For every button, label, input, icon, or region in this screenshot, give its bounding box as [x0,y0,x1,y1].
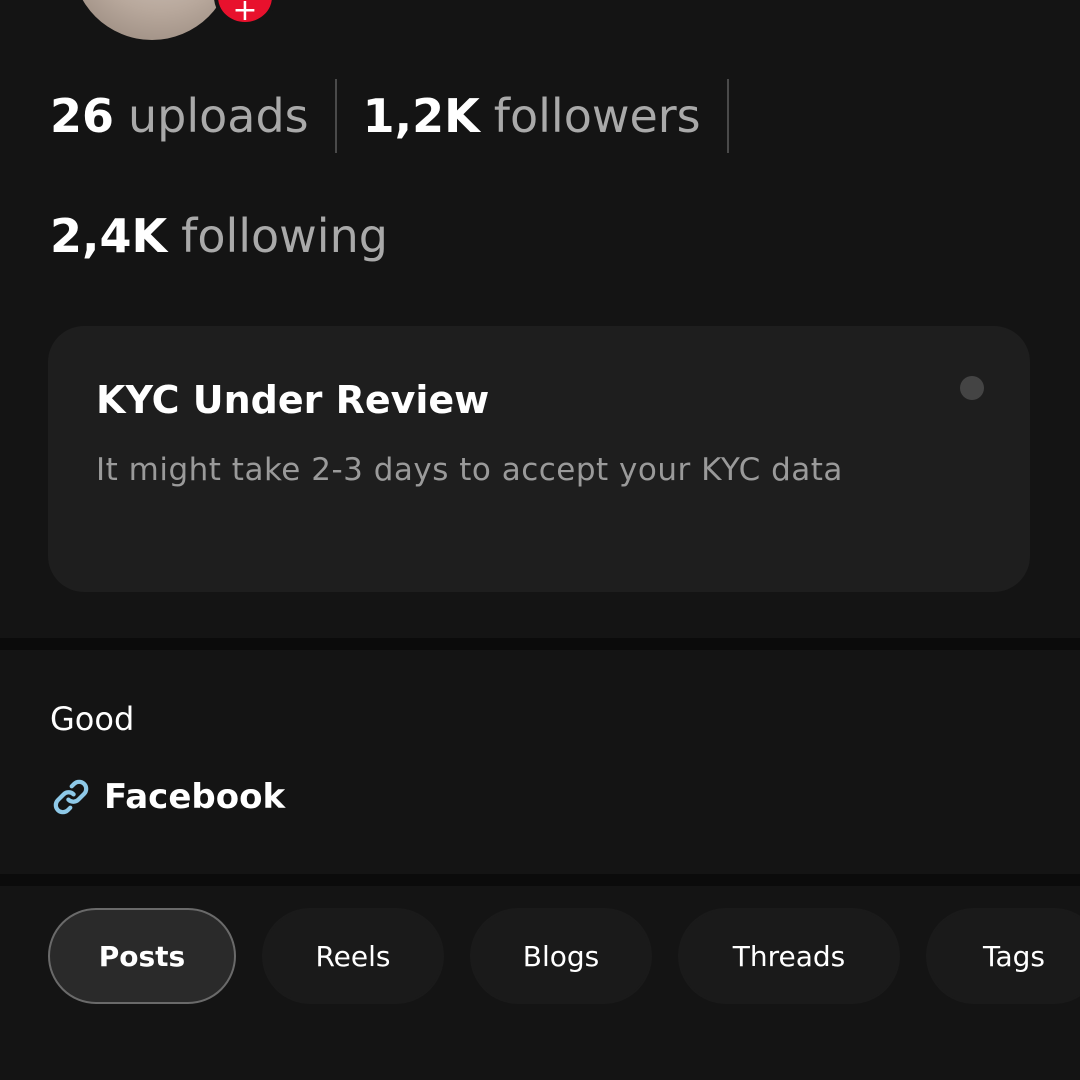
stats-divider [334,79,337,153]
tab-posts[interactable]: Posts [48,908,236,1004]
profile-stats: 26 uploads 1,2K followers [50,78,755,154]
bio-link[interactable]: Facebook [50,776,285,818]
uploads-stat[interactable]: 26 uploads [50,89,309,143]
kyc-title: KYC Under Review [96,378,490,422]
add-story-icon[interactable]: + [214,0,276,26]
following-count: 2,4K [50,209,168,263]
uploads-label: uploads [128,89,309,143]
tab-tags[interactable]: Tags [926,908,1080,1004]
bio-text: Good [50,700,135,738]
link-label: Facebook [104,777,286,817]
followers-count: 1,2K [362,89,480,143]
status-dot-icon [960,376,984,400]
section-divider [0,874,1080,886]
tab-reels[interactable]: Reels [262,908,444,1004]
uploads-count: 26 [50,89,115,143]
profile-screen: + 26 uploads 1,2K followers 2,4K followi… [0,0,1080,1080]
followers-stat[interactable]: 1,2K followers [363,89,701,143]
kyc-description: It might take 2-3 days to accept your KY… [96,452,843,488]
followers-label: followers [493,89,701,143]
following-label: following [181,209,388,263]
content-tabs: Posts Reels Blogs Threads Tags [48,908,1080,1004]
section-divider [0,638,1080,650]
tab-threads[interactable]: Threads [678,908,900,1004]
tab-blogs[interactable]: Blogs [470,908,652,1004]
link-icon [53,779,89,815]
avatar[interactable] [72,0,232,40]
following-stat[interactable]: 2,4K following [50,209,388,263]
kyc-status-card[interactable]: KYC Under Review It might take 2-3 days … [48,326,1030,592]
stats-divider [726,79,729,153]
profile-stats-second-row: 2,4K following [50,198,388,274]
